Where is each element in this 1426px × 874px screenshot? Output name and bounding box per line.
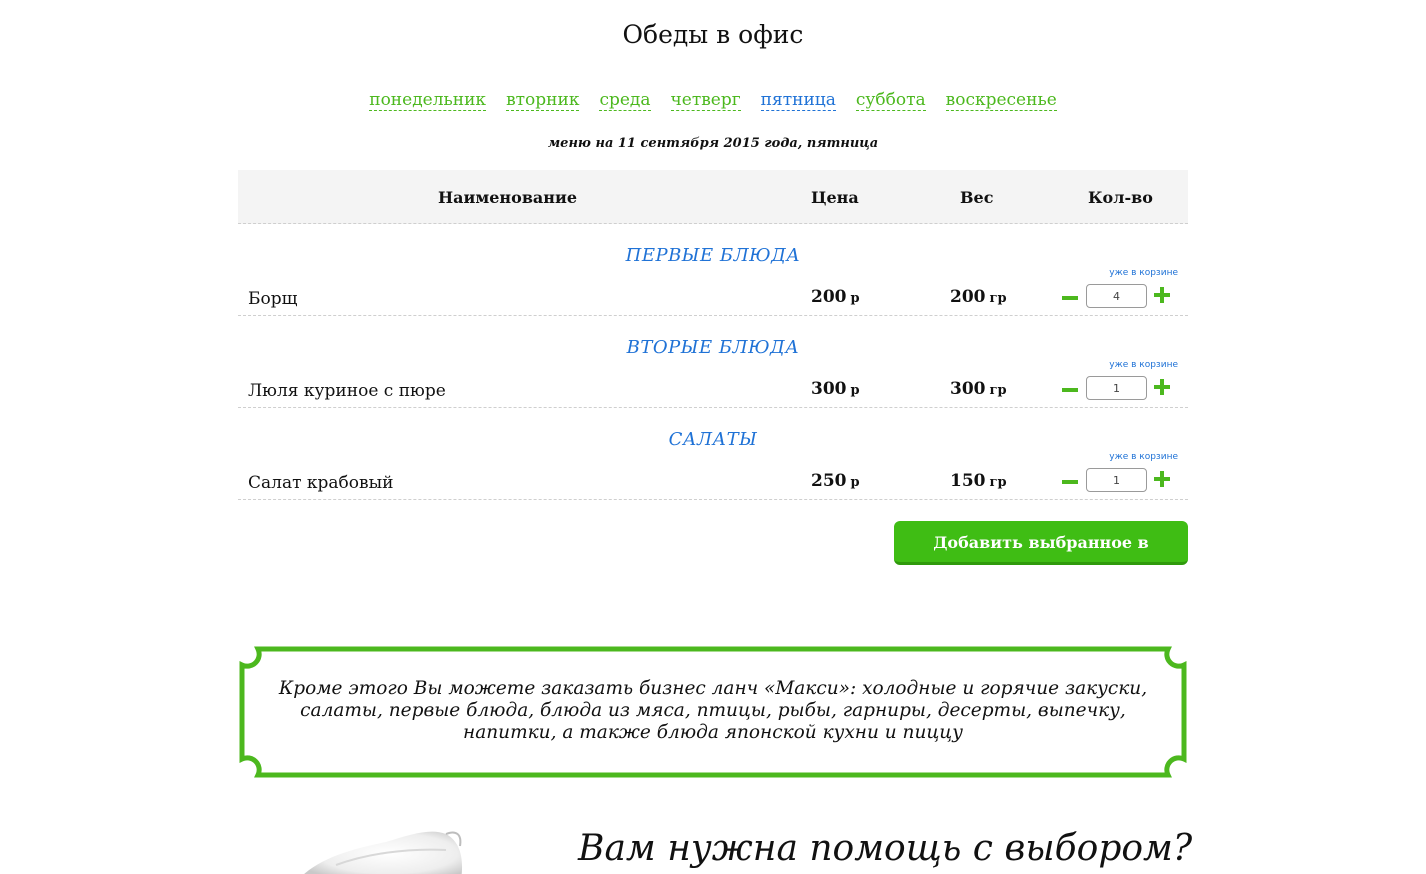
dish-name: Люля куриное с пюре xyxy=(248,381,446,401)
tab-wednesday[interactable]: среда xyxy=(599,90,651,111)
tab-thursday[interactable]: четверг xyxy=(670,90,741,111)
decrease-quantity-button[interactable] xyxy=(1062,296,1078,300)
category-title: ПЕРВЫЕ БЛЮДА xyxy=(625,245,801,266)
dish-weight: 150 гр xyxy=(950,471,1007,491)
weight-unit: гр xyxy=(989,383,1007,398)
weight-value: 200 xyxy=(950,287,986,307)
price-value: 300 xyxy=(811,379,847,399)
menu-date: меню на 11 сентября 2015 года, пятница xyxy=(547,136,879,151)
dish-name: Борщ xyxy=(248,289,298,309)
tab-monday[interactable]: понедельник xyxy=(369,90,487,111)
weekday-tabs: понедельник вторник среда четверг пятниц… xyxy=(0,90,1426,111)
tab-tuesday[interactable]: вторник xyxy=(506,90,580,111)
promo-line: салаты, первые блюда, блюда из мяса, пти… xyxy=(300,700,1126,721)
dish-price: 250 р xyxy=(811,471,860,491)
promo-line: напитки, а также блюда японской кухни и … xyxy=(463,722,963,743)
decrease-quantity-button[interactable] xyxy=(1062,388,1078,392)
weight-value: 300 xyxy=(950,379,986,399)
price-value: 200 xyxy=(811,287,847,307)
page-title: Обеды в офис xyxy=(622,20,804,49)
promo-line: Кроме этого Вы можете заказать бизнес ла… xyxy=(278,678,1148,699)
quantity-input[interactable] xyxy=(1086,376,1147,400)
dish-weight: 300 гр xyxy=(950,379,1007,399)
in-cart-note: уже в корзине xyxy=(1109,360,1178,370)
header-qty: Кол-во xyxy=(1088,188,1153,207)
cream-image xyxy=(304,831,463,874)
price-value: 250 xyxy=(811,471,847,491)
dish-name: Салат крабовый xyxy=(248,473,394,493)
category-title: ВТОРЫЕ БЛЮДА xyxy=(626,337,800,358)
header-name: Наименование xyxy=(438,188,578,207)
dish-price: 200 р xyxy=(811,287,860,307)
price-unit: р xyxy=(850,291,860,306)
header-price: Цена xyxy=(811,188,859,207)
add-to-cart-button[interactable]: Добавить выбранное в корзину xyxy=(894,521,1188,596)
increase-quantity-button[interactable] xyxy=(1154,379,1170,395)
in-cart-note: уже в корзине xyxy=(1109,268,1178,278)
price-unit: р xyxy=(850,475,860,490)
increase-quantity-button[interactable] xyxy=(1154,471,1170,487)
weight-value: 150 xyxy=(950,471,986,491)
menu-section-first-courses: ПЕРВЫЕ БЛЮДА уже в корзине Борщ 200 р 200… xyxy=(238,224,1188,316)
price-unit: р xyxy=(850,383,860,398)
table-header: Наименование Цена Вес Кол-во xyxy=(238,170,1188,224)
menu-table: Наименование Цена Вес Кол-во ПЕРВЫЕ БЛЮД… xyxy=(238,170,1188,500)
quantity-input[interactable] xyxy=(1086,284,1147,308)
promo-text: Кроме этого Вы можете заказать бизнес ла… xyxy=(270,678,1156,744)
in-cart-note: уже в корзине xyxy=(1109,452,1178,462)
category-title: САЛАТЫ xyxy=(668,429,758,450)
tab-saturday[interactable]: суббота xyxy=(855,90,926,111)
dish-price: 300 р xyxy=(811,379,860,399)
header-weight: Вес xyxy=(960,188,994,207)
tab-friday[interactable]: пятница xyxy=(760,90,836,111)
decrease-quantity-button[interactable] xyxy=(1062,480,1078,484)
weight-unit: гр xyxy=(989,475,1007,490)
help-title: Вам нужна помощь с выбором? xyxy=(578,828,1193,869)
dish-weight: 200 гр xyxy=(950,287,1007,307)
weight-unit: гр xyxy=(989,291,1007,306)
menu-section-salads: САЛАТЫ уже в корзине Салат крабовый 250 р… xyxy=(238,408,1188,500)
increase-quantity-button[interactable] xyxy=(1154,287,1170,303)
quantity-input[interactable] xyxy=(1086,468,1147,492)
menu-section-second-courses: ВТОРЫЕ БЛЮДА уже в корзине Люля куриное … xyxy=(238,316,1188,408)
tab-sunday[interactable]: воскресенье xyxy=(945,90,1057,111)
